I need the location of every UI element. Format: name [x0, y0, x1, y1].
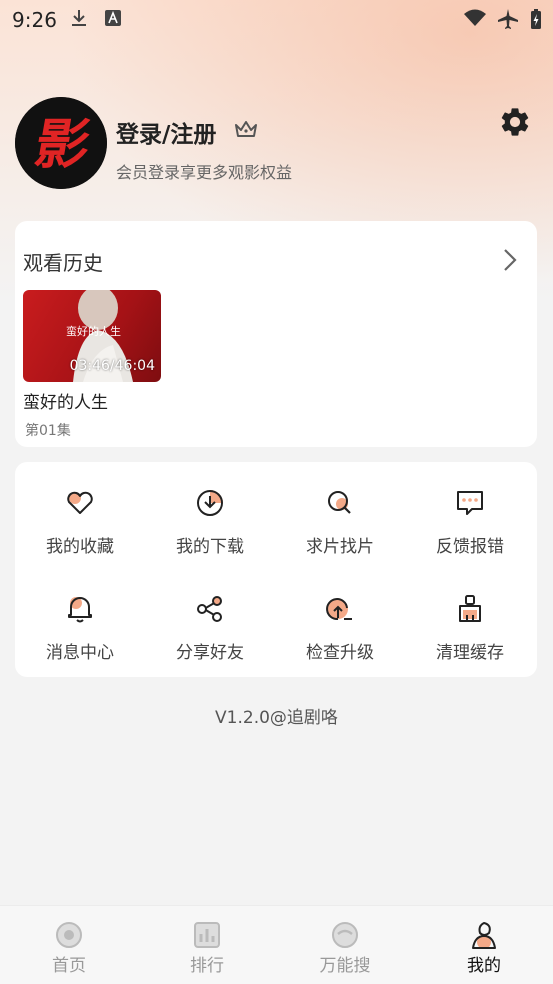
menu-item-label: 消息中心 — [46, 643, 114, 663]
menu-item-label: 分享好友 — [176, 643, 244, 663]
upgrade-icon — [326, 598, 352, 621]
brush-icon — [459, 595, 481, 622]
nav-label: 万能搜 — [319, 956, 371, 976]
menu-item-downloads[interactable]: 我的下载 — [145, 478, 275, 558]
vip-crown-icon — [235, 121, 257, 137]
menu-item-request[interactable]: 求片找片 — [275, 478, 405, 558]
feature-menu-card: 我的收藏 我的下载 求片找片 反馈报错 消息中心 分享好友 检查升级 清理缓存 — [15, 462, 537, 677]
feedback-icon — [457, 491, 483, 515]
menu-item-label: 清理缓存 — [436, 643, 504, 663]
app-status-icon — [105, 10, 121, 26]
status-bar: 9:26 — [0, 0, 553, 38]
airplane-icon — [498, 9, 518, 29]
menu-item-label: 求片找片 — [306, 537, 374, 557]
nav-tab-profile[interactable]: 我的 — [415, 906, 553, 984]
search-film-icon — [328, 491, 351, 514]
menu-item-label: 反馈报错 — [436, 537, 504, 557]
menu-item-label: 我的下载 — [176, 537, 244, 557]
watch-history-card: 观看历史 蛮好的人生 03:46/46:04 蛮好的人生 第01集 — [15, 221, 537, 447]
menu-item-feedback[interactable]: 反馈报错 — [405, 478, 535, 558]
history-title: 观看历史 — [23, 251, 103, 275]
download-status-icon — [72, 10, 86, 26]
logo-icon: 影 — [15, 97, 107, 189]
version-text: V1.2.0@追剧咯 — [215, 708, 338, 728]
home-icon — [56, 922, 82, 948]
menu-item-favorites[interactable]: 我的收藏 — [15, 478, 145, 558]
history-item-episode: 第01集 — [25, 423, 71, 439]
login-register-link[interactable]: 登录/注册 — [116, 115, 216, 149]
menu-item-upgrade[interactable]: 检查升级 — [275, 584, 405, 664]
menu-item-share[interactable]: 分享好友 — [145, 584, 275, 664]
history-item-title[interactable]: 蛮好的人生 — [23, 388, 108, 413]
search-icon — [332, 922, 358, 948]
watch-progress: 03:46/46:04 — [69, 358, 155, 374]
menu-item-label: 检查升级 — [306, 643, 374, 663]
profile-icon — [472, 921, 496, 949]
wifi-icon — [464, 9, 486, 26]
menu-item-messages[interactable]: 消息中心 — [15, 584, 145, 664]
svg-text:影: 影 — [30, 112, 95, 176]
poster-title: 蛮好的人生 — [66, 325, 121, 338]
history-thumbnail[interactable]: 蛮好的人生 03:46/46:04 — [23, 290, 161, 382]
nav-tab-home[interactable]: 首页 — [0, 906, 138, 984]
bell-icon — [68, 597, 92, 623]
battery-icon — [531, 9, 541, 29]
status-time: 9:26 — [12, 8, 57, 32]
bottom-nav: 首页 排行 万能搜 我的 — [0, 905, 553, 984]
nav-label: 首页 — [52, 956, 86, 976]
menu-item-label: 我的收藏 — [46, 537, 114, 557]
member-subtitle: 会员登录享更多观影权益 — [116, 163, 293, 182]
avatar[interactable]: 影 — [15, 97, 107, 189]
nav-tab-search[interactable]: 万能搜 — [276, 906, 414, 984]
nav-label: 我的 — [467, 956, 501, 976]
chevron-right-icon[interactable] — [501, 247, 519, 273]
nav-label: 排行 — [190, 956, 224, 976]
download-icon — [197, 490, 223, 516]
nav-tab-ranking[interactable]: 排行 — [138, 906, 276, 984]
gear-icon[interactable] — [498, 105, 532, 139]
ranking-icon — [194, 922, 220, 948]
heart-icon — [67, 491, 93, 514]
menu-item-clear-cache[interactable]: 清理缓存 — [405, 584, 535, 664]
share-icon — [197, 596, 222, 622]
